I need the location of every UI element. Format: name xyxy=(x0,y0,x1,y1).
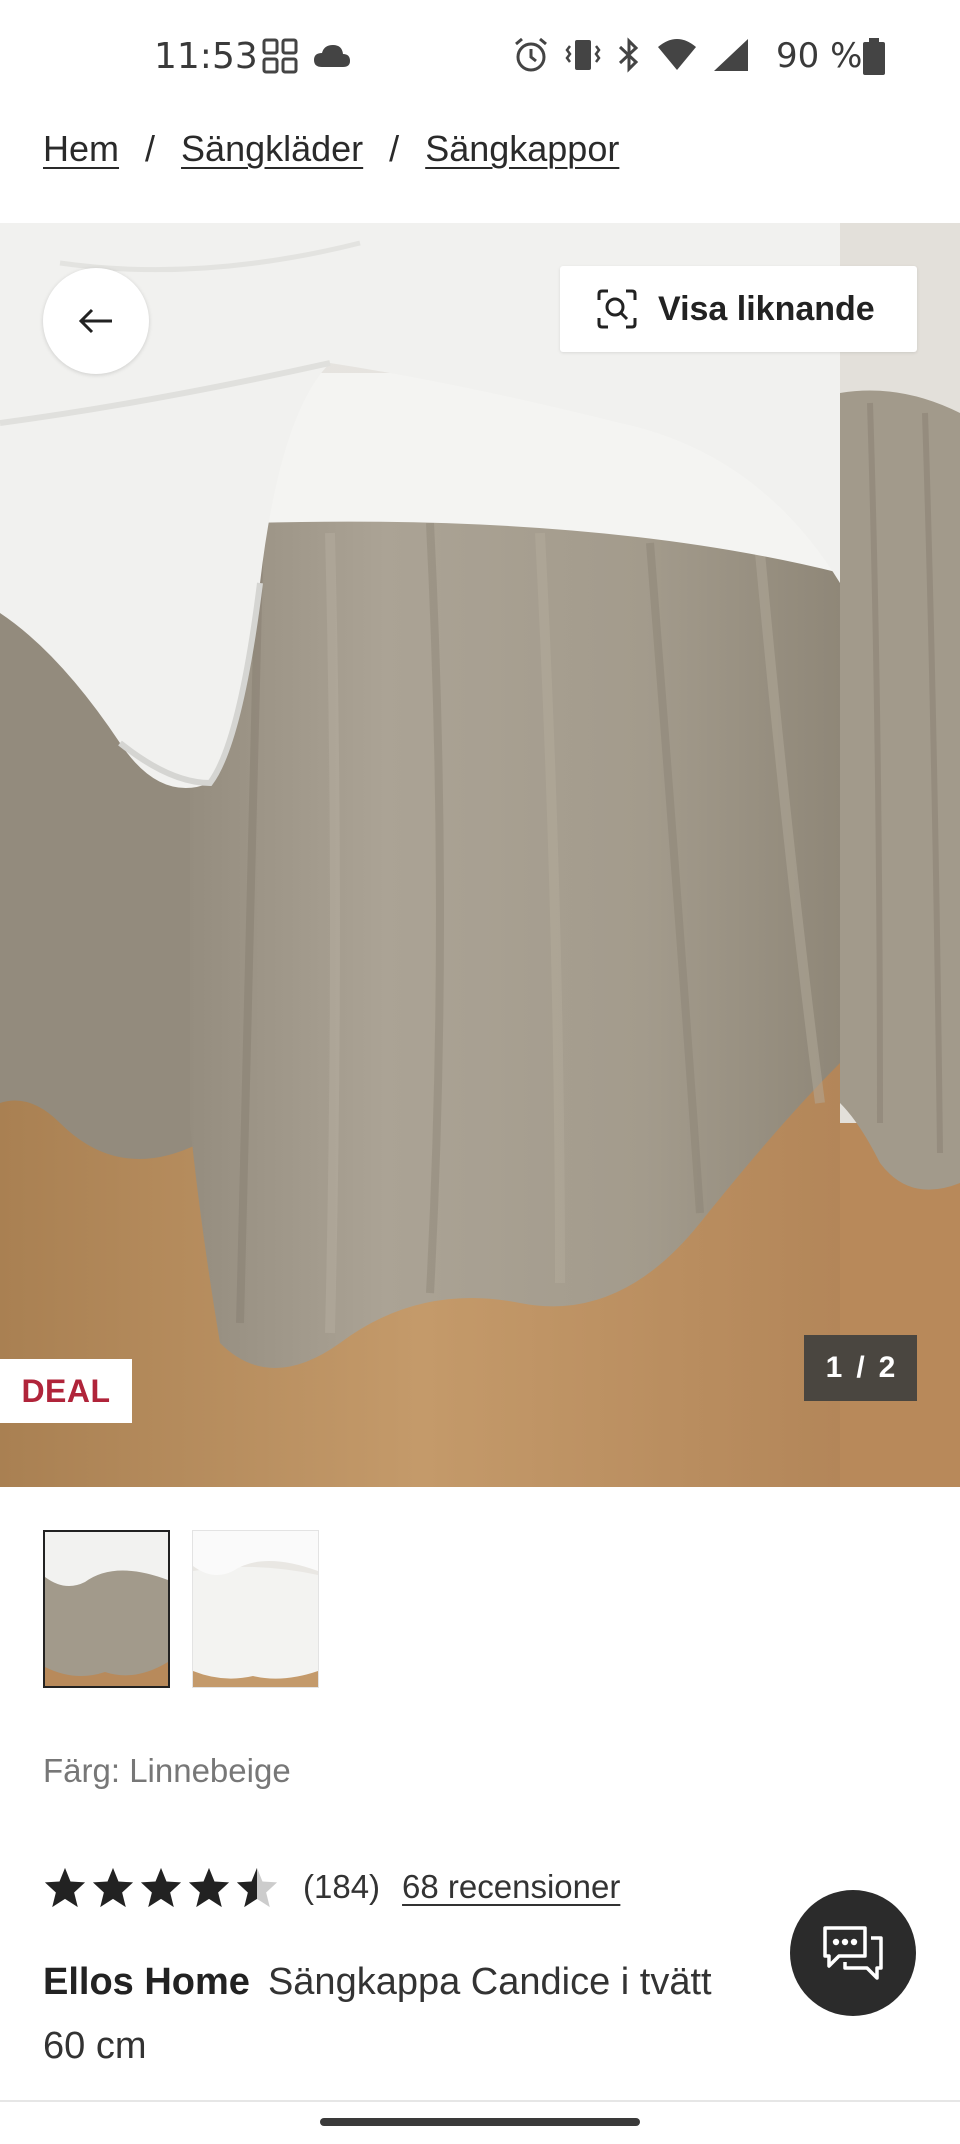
show-similar-button[interactable]: Visa liknande xyxy=(560,266,917,352)
star-full-icon xyxy=(92,1867,134,1908)
status-bar: 11:53 90 % xyxy=(0,0,960,112)
arrow-left-icon xyxy=(78,308,112,334)
counter-current: 1 xyxy=(825,1351,843,1384)
thumbnail-image xyxy=(45,1532,168,1686)
divider xyxy=(0,2100,960,2102)
chat-button[interactable] xyxy=(790,1890,916,2016)
counter-total: 2 xyxy=(878,1351,896,1384)
star-full-icon xyxy=(140,1867,182,1908)
vibrate-icon xyxy=(565,40,601,70)
breadcrumb-separator: / xyxy=(145,128,156,169)
image-counter: 1 / 2 xyxy=(804,1335,917,1401)
rating-row: (184) 68 recensioner xyxy=(43,1866,620,1908)
rating-stars xyxy=(43,1866,279,1908)
show-similar-label: Visa liknande xyxy=(658,289,875,328)
counter-separator: / xyxy=(856,1351,865,1384)
star-full-icon xyxy=(188,1867,230,1908)
wifi-icon xyxy=(658,39,696,70)
grid-icon xyxy=(262,38,298,74)
color-label: Färg: Linnebeige xyxy=(43,1752,291,1789)
thumbnail-1[interactable] xyxy=(43,1530,170,1688)
star-full-icon xyxy=(44,1867,86,1908)
product-name: Sängkappa Candice i tvätt xyxy=(267,1961,712,2003)
product-image[interactable] xyxy=(0,223,840,1487)
thumbnail-list xyxy=(43,1530,319,1688)
product-name-continued: 60 cm xyxy=(43,2025,147,2067)
bluetooth-icon xyxy=(618,37,639,73)
home-indicator[interactable] xyxy=(320,2118,640,2126)
next-image-preview[interactable] xyxy=(840,223,960,1487)
visual-search-icon xyxy=(597,289,637,329)
breadcrumb-bedding[interactable]: Sängkläder xyxy=(181,128,363,170)
cloud-icon xyxy=(314,45,350,67)
product-title: Ellos Home Sängkappa Candice i tvätt 60 c… xyxy=(43,1950,923,2078)
breadcrumb-bed-skirts[interactable]: Sängkappor xyxy=(425,128,619,170)
alarm-icon xyxy=(515,37,547,72)
battery-percent: 90 % xyxy=(776,36,863,76)
signal-icon xyxy=(714,39,748,71)
product-brand[interactable]: Ellos Home xyxy=(43,1961,250,2003)
chat-bubbles-icon xyxy=(823,1926,883,1980)
reviews-link[interactable]: 68 recensioner xyxy=(402,1868,620,1906)
thumbnail-2[interactable] xyxy=(192,1530,319,1688)
back-button[interactable] xyxy=(43,268,149,374)
breadcrumb: Hem / Sängkläder / Sängkappor xyxy=(43,128,619,170)
product-gallery[interactable]: Visa liknande DEAL 1 / 2 xyxy=(0,223,960,1487)
battery-icon xyxy=(863,38,885,75)
deal-badge: DEAL xyxy=(0,1359,132,1423)
breadcrumb-separator: / xyxy=(389,128,400,169)
star-half-icon xyxy=(236,1867,278,1908)
status-time: 11:53 xyxy=(154,36,258,77)
rating-count: (184) xyxy=(303,1868,381,1905)
thumbnail-image xyxy=(193,1531,318,1687)
breadcrumb-home[interactable]: Hem xyxy=(43,128,119,170)
